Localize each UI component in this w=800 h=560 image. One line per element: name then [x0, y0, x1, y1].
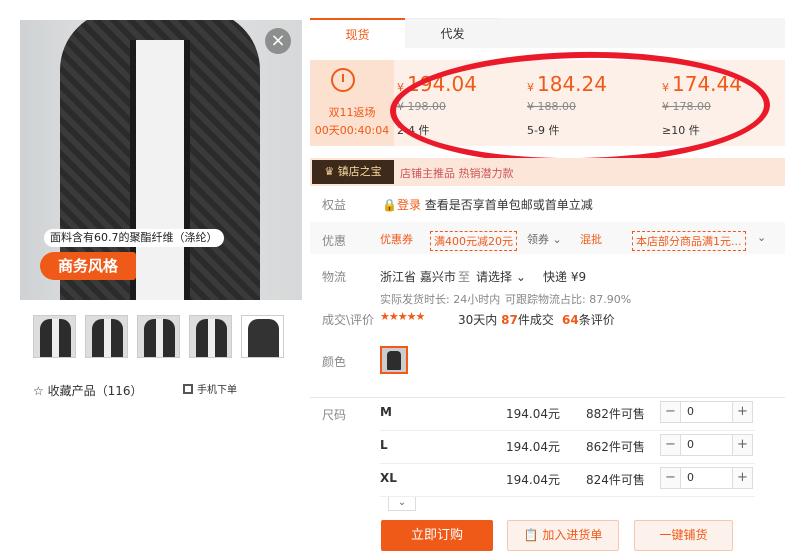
increment-button[interactable]: + [732, 402, 752, 422]
color-swatch[interactable] [380, 346, 408, 374]
lock-icon: 🔒 [382, 198, 397, 212]
close-icon[interactable]: × [265, 28, 291, 54]
size-stock: 824件可售 [586, 473, 645, 487]
mix-label: 混批 [580, 233, 602, 246]
tab-dropship[interactable]: 代发 [405, 18, 500, 48]
quantity-stepper: − 0 + [660, 434, 753, 456]
color-label: 颜色 [322, 355, 347, 369]
quantity-value[interactable]: 0 [687, 471, 694, 484]
crown-icon: ♛ [324, 165, 338, 178]
size-label: 尺码 [322, 408, 347, 422]
thumbnail-4[interactable] [189, 315, 232, 358]
ship-to-word: 至 [458, 270, 471, 284]
quantity-value[interactable]: 0 [687, 405, 694, 418]
ship-time: 实际发货时长: 24小时内 [380, 293, 501, 306]
expand-discount-icon[interactable]: ⌄ [757, 231, 766, 244]
thumbnail-5[interactable] [241, 315, 284, 358]
promo-countdown: 00天00:40:04 [314, 124, 390, 137]
thumbnail-3[interactable] [137, 315, 180, 358]
decrement-button[interactable]: − [661, 435, 681, 455]
show-more-sizes-icon[interactable]: ⌄ [388, 497, 416, 511]
claim-coupon-button[interactable]: 领券 ⌄ [527, 231, 562, 247]
decrement-button[interactable]: − [661, 402, 681, 422]
decrement-button[interactable]: − [661, 468, 681, 488]
login-link[interactable]: 登录 [397, 198, 421, 212]
mobile-order-label: 手机下单 [197, 385, 237, 396]
promo-event-title: 双11返场 [328, 106, 376, 119]
deals-label: 成交\评价 [322, 313, 375, 327]
mobile-order-button[interactable]: 手机下单 [183, 381, 237, 396]
increment-button[interactable]: + [732, 468, 752, 488]
add-to-cart-button[interactable]: 📋 加入进货单 [507, 520, 619, 551]
increment-button[interactable]: + [732, 435, 752, 455]
zip-right [184, 40, 190, 300]
review-count[interactable]: 64条评价 [562, 311, 615, 328]
divider [310, 397, 785, 398]
quantity-stepper: − 0 + [660, 467, 753, 489]
size-stock: 882件可售 [586, 407, 645, 421]
size-price: 194.04元 [506, 440, 560, 454]
buy-now-button[interactable]: 立即订购 [381, 520, 493, 551]
size-price: 194.04元 [506, 407, 560, 421]
coupon-tag[interactable]: 满400元减20元 [430, 231, 517, 251]
perks-value: 🔒登录 查看是否享首单包邮或首单立减 [382, 196, 593, 213]
clipboard-icon: 📋 [523, 528, 539, 542]
size-row: L 194.04元 862件可售 − 0 + [380, 432, 755, 464]
shirt-graphic [135, 40, 185, 300]
size-stock: 862件可售 [586, 440, 645, 454]
shop-subtitle: 店铺主推品 热销潜力款 [400, 167, 514, 180]
tab-bar: 现货 代发 [310, 18, 785, 48]
fabric-note: 面料含有60.7的聚酯纤维（涤纶） [44, 229, 224, 247]
favorite-button[interactable]: ☆ 收藏产品（116） [33, 382, 142, 399]
discount-label: 优惠 [322, 234, 347, 248]
alarm-clock-icon [331, 68, 355, 92]
perks-label: 权益 [322, 198, 347, 212]
one-click-distribute-button[interactable]: 一键铺货 [634, 520, 733, 551]
qr-icon [183, 384, 193, 394]
thumbnail-1[interactable] [33, 315, 76, 358]
shop-treasure-badge: ♛ 镇店之宝 [312, 160, 394, 184]
logistics-label: 物流 [322, 270, 347, 284]
deal-count[interactable]: 30天内 87件成交 [458, 311, 554, 328]
size-row: M 194.04元 882件可售 − 0 + [380, 399, 755, 431]
mix-tag[interactable]: 本店部分商品满1元... [632, 231, 746, 251]
quantity-value[interactable]: 0 [687, 438, 694, 451]
destination-select[interactable]: 请选择 ⌄ [476, 268, 526, 285]
express-fee: 快递 ¥9 [543, 270, 587, 284]
style-badge: 商务风格 [40, 252, 136, 280]
size-name: L [380, 438, 388, 452]
size-row: XL 194.04元 824件可售 − 0 + [380, 465, 755, 497]
promo-event: 双11返场 00天00:40:04 [310, 60, 394, 146]
track-rate: 可跟踪物流占比: 87.90% [505, 293, 632, 306]
rating-stars: ★★★★★ [380, 310, 425, 323]
perks-text: 查看是否享首单包邮或首单立减 [424, 198, 593, 212]
size-name: M [380, 405, 392, 419]
tab-in-stock[interactable]: 现货 [310, 18, 405, 48]
quantity-stepper: − 0 + [660, 401, 753, 423]
ship-from: 浙江省 嘉兴市 [380, 270, 456, 284]
coupon-label: 优惠券 [380, 233, 413, 246]
thumbnail-2[interactable] [85, 315, 128, 358]
size-name: XL [380, 471, 397, 485]
size-price: 194.04元 [506, 473, 560, 487]
